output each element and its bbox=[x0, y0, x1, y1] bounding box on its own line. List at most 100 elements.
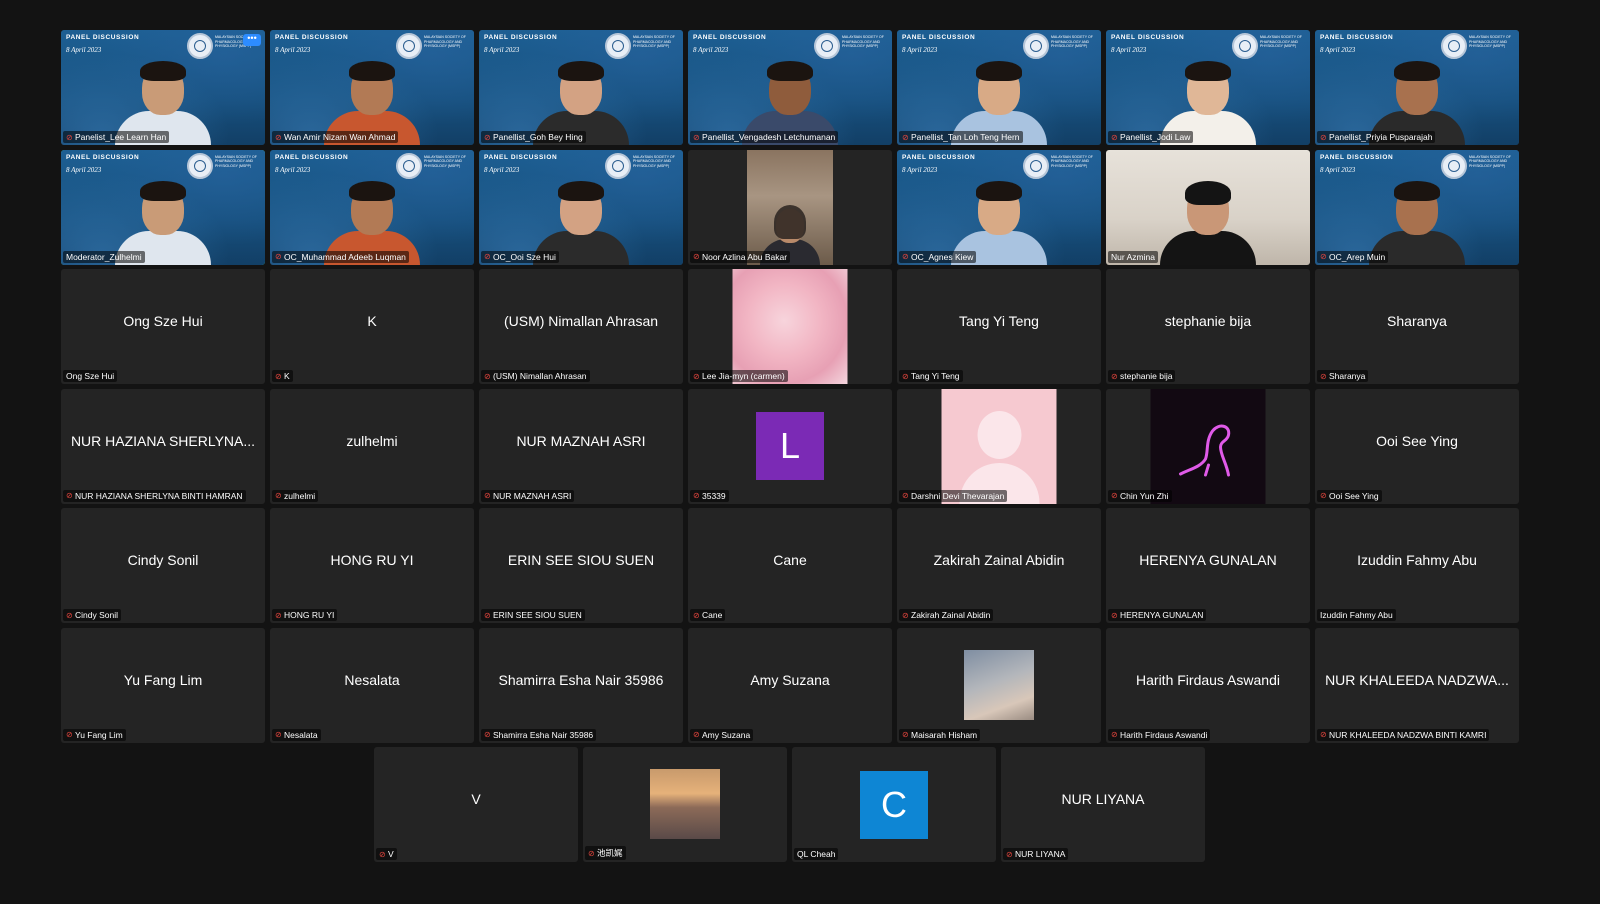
avatar-initial: C bbox=[860, 770, 928, 839]
more-options-button[interactable]: ••• bbox=[243, 34, 261, 46]
participant-name: 池凯娓 bbox=[597, 848, 623, 858]
participant-tile[interactable]: zulhelmi ⊘ zulhelmi bbox=[270, 388, 474, 504]
participant-tile[interactable]: stephanie bija ⊘ stephanie bija bbox=[1106, 269, 1310, 384]
participant-tile[interactable]: ⊘ Maisarah Hisham bbox=[897, 627, 1101, 743]
participant-name: Panellist_Priyia Pusparajah bbox=[1329, 132, 1433, 142]
participant-tile[interactable]: ERIN SEE SIOU SUEN ⊘ ERIN SEE SIOU SUEN bbox=[479, 508, 683, 623]
participant-tile[interactable]: ⊘ Darshni Devi Thevarajan bbox=[897, 388, 1101, 504]
participant-tile[interactable]: Shamirra Esha Nair 35986 ⊘ Shamirra Esha N… bbox=[479, 627, 683, 743]
participant-tile[interactable]: Cane ⊘ Cane bbox=[688, 508, 892, 623]
participant-head bbox=[558, 61, 604, 115]
society-logo bbox=[396, 152, 422, 179]
participant-hair bbox=[767, 61, 813, 81]
participant-tile[interactable]: (USM) Nimallan Ahrasan ⊘ (USM) Nimallan Ah… bbox=[479, 269, 683, 384]
panel-banner: PANEL DISCUSSION 8 April 2023 bbox=[1111, 34, 1184, 54]
participant-display-name: Sharanya bbox=[1387, 313, 1447, 329]
participant-tile[interactable]: Harith Firdaus Aswandi ⊘ Harith Firdaus As… bbox=[1106, 627, 1310, 743]
participant-name-label: ⊘ HERENYA GUNALAN bbox=[1108, 609, 1207, 621]
participant-tile[interactable]: PANEL DISCUSSION 8 April 2023 MALAYSIAN SO… bbox=[897, 30, 1101, 145]
participant-tile[interactable]: PANEL DISCUSSION 8 April 2023 MALAYSIAN SO… bbox=[61, 149, 265, 265]
society-name: MALAYSIAN SOCIETY OF PHARMACOLOGY AND PH… bbox=[215, 154, 257, 168]
participant-tile[interactable]: PANEL DISCUSSION 8 April 2023 MALAYSIAN SO… bbox=[61, 30, 265, 145]
participant-name: Panellist_Jodi Law bbox=[1120, 132, 1191, 142]
muted-mic-icon: ⊘ bbox=[902, 252, 909, 261]
participant-tile[interactable]: ⊘ Chin Yun Zhi bbox=[1106, 388, 1310, 504]
participant-tile[interactable]: PANEL DISCUSSION 8 April 2023 MALAYSIAN SO… bbox=[897, 149, 1101, 265]
participant-name-label: ⊘ stephanie bija bbox=[1108, 370, 1176, 382]
society-name: MALAYSIAN SOCIETY OF PHARMACOLOGY AND PH… bbox=[633, 35, 675, 48]
participant-tile[interactable]: Ong Sze Hui Ong Sze Hui bbox=[61, 269, 265, 384]
participant-head bbox=[1185, 61, 1231, 115]
participant-name: HERENYA GUNALAN bbox=[1120, 610, 1204, 620]
participant-head bbox=[349, 61, 395, 115]
participant-name-label: ⊘ Cane bbox=[690, 609, 726, 621]
participant-tile[interactable]: K ⊘ K bbox=[270, 269, 474, 384]
participant-name-label: ⊘ Noor Azlina Abu Bakar bbox=[690, 250, 791, 263]
participant-tile[interactable]: Tang Yi Teng ⊘ Tang Yi Teng bbox=[897, 269, 1101, 384]
panel-banner: PANEL DISCUSSION 8 April 2023 bbox=[484, 154, 557, 174]
participant-tile[interactable]: NUR LIYANA ⊘ NUR LIYANA bbox=[1001, 747, 1205, 862]
webcam-feed bbox=[747, 149, 833, 265]
participant-tile[interactable]: PANEL DISCUSSION 8 April 2023 MALAYSIAN SO… bbox=[688, 30, 892, 145]
muted-mic-icon: ⊘ bbox=[484, 371, 491, 381]
participant-tile[interactable]: C QL Cheah bbox=[792, 747, 996, 862]
banner-title: PANEL DISCUSSION bbox=[275, 153, 349, 161]
participant-display-name: NUR MAZNAH ASRI bbox=[516, 432, 646, 449]
society-name: MALAYSIAN SOCIETY OF PHARMACOLOGY AND PH… bbox=[424, 35, 466, 48]
participant-name: OC_Muhammad Adeeb Luqman bbox=[284, 251, 406, 262]
participant-name-label: ⊘ Ooi See Ying bbox=[1317, 489, 1382, 502]
participant-tile[interactable]: NUR MAZNAH ASRI ⊘ NUR MAZNAH ASRI bbox=[479, 388, 683, 504]
participant-tile[interactable]: Amy Suzana ⊘ Amy Suzana bbox=[688, 627, 892, 743]
participant-name-label: ⊘ Panellist_Goh Bey Hing bbox=[481, 131, 586, 143]
muted-mic-icon: ⊘ bbox=[1320, 491, 1327, 500]
participant-tile[interactable]: PANEL DISCUSSION 8 April 2023 MALAYSIAN SO… bbox=[479, 30, 683, 145]
participant-tile[interactable]: NUR KHALEEDA NADZWA... ⊘ NUR KHALEEDA NADZ… bbox=[1315, 627, 1519, 743]
video-feed: PANEL DISCUSSION 8 April 2023 MALAYSIAN SO… bbox=[270, 30, 474, 145]
participant-tile[interactable]: Yu Fang Lim ⊘ Yu Fang Lim bbox=[61, 627, 265, 743]
banner-title: PANEL DISCUSSION bbox=[1111, 34, 1185, 41]
muted-mic-icon: ⊘ bbox=[902, 730, 909, 739]
participant-tile[interactable]: V ⊘ V bbox=[374, 747, 578, 862]
participant-tile[interactable]: ⊘ 池凯娓 bbox=[583, 747, 787, 862]
participant-tile[interactable]: PANEL DISCUSSION 8 April 2023 MALAYSIAN SO… bbox=[479, 149, 683, 265]
panel-banner: PANEL DISCUSSION 8 April 2023 bbox=[1320, 34, 1393, 54]
participant-tile[interactable]: PANEL DISCUSSION 8 April 2023 MALAYSIAN SO… bbox=[270, 149, 474, 265]
society-logo bbox=[1023, 152, 1049, 179]
society-name: MALAYSIAN SOCIETY OF PHARMACOLOGY AND PH… bbox=[1051, 35, 1093, 48]
participant-tile[interactable]: PANEL DISCUSSION 8 April 2023 MALAYSIAN SO… bbox=[270, 30, 474, 145]
banner-date: 8 April 2023 bbox=[902, 165, 938, 174]
muted-mic-icon: ⊘ bbox=[693, 252, 700, 261]
participant-tile[interactable]: PANEL DISCUSSION 8 April 2023 MALAYSIAN SO… bbox=[1315, 30, 1519, 145]
muted-mic-icon: ⊘ bbox=[275, 132, 282, 142]
participant-tile[interactable]: Sharanya ⊘ Sharanya bbox=[1315, 269, 1519, 384]
participant-tile[interactable]: PANEL DISCUSSION 8 April 2023 MALAYSIAN SO… bbox=[1315, 149, 1519, 265]
participant-tile[interactable]: ⊘ Lee Jia-myn (carmen) bbox=[688, 269, 892, 384]
participant-name: Panellist_Goh Bey Hing bbox=[493, 132, 583, 142]
society-name: MALAYSIAN SOCIETY OF PHARMACOLOGY AND PH… bbox=[1260, 35, 1302, 48]
participant-tile[interactable]: HERENYA GUNALAN ⊘ HERENYA GUNALAN bbox=[1106, 508, 1310, 623]
participant-tile[interactable]: ⊘ Noor Azlina Abu Bakar bbox=[688, 149, 892, 265]
participant-name: (USM) Nimallan Ahrasan bbox=[493, 371, 587, 381]
society-name: MALAYSIAN SOCIETY OF PHARMACOLOGY AND PH… bbox=[1469, 154, 1511, 168]
video-feed: PANEL DISCUSSION 8 April 2023 MALAYSIAN SO… bbox=[479, 30, 683, 145]
participant-head bbox=[1394, 61, 1440, 115]
participant-tile[interactable]: Cindy Sonil ⊘ Cindy Sonil bbox=[61, 508, 265, 623]
participant-name: Izuddin Fahmy Abu bbox=[1320, 610, 1393, 620]
video-feed: PANEL DISCUSSION 8 April 2023 MALAYSIAN SO… bbox=[897, 149, 1101, 265]
banner-title: PANEL DISCUSSION bbox=[902, 153, 976, 161]
participant-tile[interactable]: HONG RU YI ⊘ HONG RU YI bbox=[270, 508, 474, 623]
participant-tile[interactable]: L ⊘ 35339 bbox=[688, 388, 892, 504]
participant-tile[interactable]: Nur Azmina bbox=[1106, 149, 1310, 265]
participant-tile[interactable]: Zakirah Zainal Abidin ⊘ Zakirah Zainal Abi… bbox=[897, 508, 1101, 623]
participant-tile[interactable]: PANEL DISCUSSION 8 April 2023 MALAYSIAN SO… bbox=[1106, 30, 1310, 145]
participant-name-label: ⊘ Panellist_Priyia Pusparajah bbox=[1317, 131, 1436, 143]
participant-tile[interactable]: NUR HAZIANA SHERLYNA... ⊘ NUR HAZIANA SHER… bbox=[61, 388, 265, 504]
muted-mic-icon: ⊘ bbox=[1320, 730, 1327, 739]
participant-tile[interactable]: Ooi See Ying ⊘ Ooi See Ying bbox=[1315, 388, 1519, 504]
society-name: MALAYSIAN SOCIETY OF PHARMACOLOGY AND PH… bbox=[1051, 154, 1093, 168]
participant-hair bbox=[976, 61, 1022, 81]
participant-tile[interactable]: Nesalata ⊘ Nesalata bbox=[270, 627, 474, 743]
participant-name: HONG RU YI bbox=[284, 610, 335, 620]
participant-name-label: ⊘ Chin Yun Zhi bbox=[1108, 489, 1172, 502]
participant-tile[interactable]: Izuddin Fahmy Abu Izuddin Fahmy Abu bbox=[1315, 508, 1519, 623]
